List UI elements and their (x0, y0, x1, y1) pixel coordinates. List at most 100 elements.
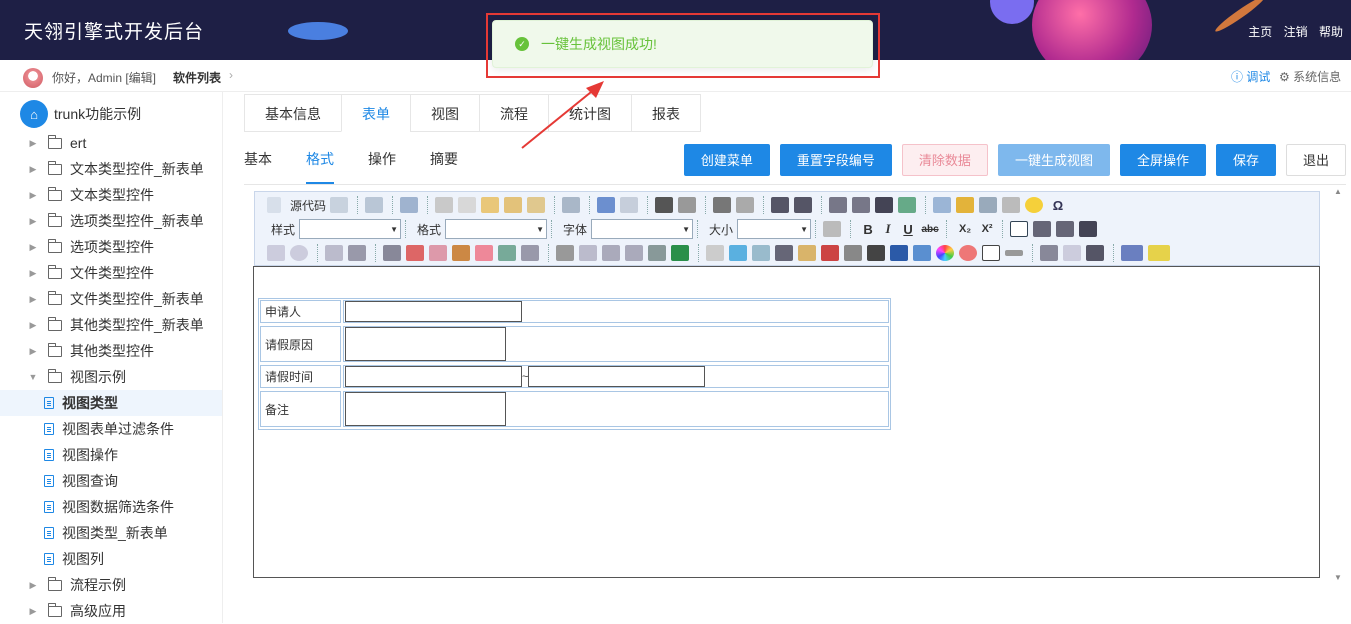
tree-item[interactable]: 视图操作 (0, 442, 222, 468)
tab-chart[interactable]: 统计图 (548, 94, 631, 132)
tree-item[interactable]: ▶ 文件类型控件 (0, 260, 222, 286)
map-icon[interactable] (821, 245, 839, 261)
smiley-icon[interactable] (1025, 197, 1044, 213)
reason-textarea[interactable] (345, 327, 506, 361)
spellcheck-icon[interactable] (562, 197, 581, 213)
tree-item[interactable]: ▶ 高级应用 (0, 598, 222, 624)
unlink-icon[interactable] (1063, 245, 1081, 261)
caret-right-icon[interactable]: ▶ (27, 164, 39, 175)
gallery-icon[interactable] (798, 245, 816, 261)
page-number-icon[interactable] (982, 245, 1000, 261)
tree-item[interactable]: ▶ 文件类型控件_新表单 (0, 286, 222, 312)
special-char-icon[interactable]: Ω (1048, 198, 1068, 213)
document-icon[interactable] (400, 197, 419, 213)
tree-root[interactable]: ⌂ trunk功能示例 (20, 100, 141, 128)
tree-item[interactable]: ▶ 文本类型控件 (0, 182, 222, 208)
textarea-control-icon[interactable] (348, 245, 366, 261)
tree-item[interactable]: 视图数据筛选条件 (0, 494, 222, 520)
tab-basic-info[interactable]: 基本信息 (244, 94, 341, 132)
save-button[interactable]: 保存 (1215, 144, 1276, 176)
paste-word-icon[interactable] (527, 197, 546, 213)
source-label[interactable]: 源代码 (290, 197, 326, 214)
user-greeting[interactable]: 你好，Admin [编辑] (52, 69, 156, 86)
tree-item[interactable]: 视图类型 (0, 390, 222, 416)
create-menu-button[interactable]: 创建菜单 (683, 144, 770, 176)
tree-item[interactable]: ▶ 选项类型控件_新表单 (0, 208, 222, 234)
format-select[interactable]: ▼ (445, 219, 548, 239)
tree-item[interactable]: ▶ 其他类型控件_新表单 (0, 312, 222, 338)
checkbox-control-icon[interactable] (267, 245, 285, 261)
nav-logout-link[interactable]: 注销 (1284, 25, 1308, 39)
nav-home-link[interactable]: 主页 (1248, 25, 1272, 39)
align-right-icon[interactable] (1056, 221, 1075, 237)
remark-textarea[interactable] (345, 392, 506, 426)
tree-item[interactable]: ▶ 其他类型控件 (0, 338, 222, 364)
pen-icon[interactable] (706, 245, 724, 261)
subtab-summary[interactable]: 摘要 (430, 144, 458, 184)
embed-control-icon[interactable] (625, 245, 643, 261)
align-left-icon[interactable] (1010, 221, 1029, 237)
debug-link[interactable]: ⓘ 调试 (1231, 68, 1270, 85)
strike-button[interactable]: abc (918, 224, 942, 235)
subtab-operation[interactable]: 操作 (368, 144, 396, 184)
subscript-button[interactable]: X₂ (954, 223, 976, 235)
tree-item[interactable]: 视图查询 (0, 468, 222, 494)
caret-right-icon[interactable]: ▶ (27, 606, 39, 617)
size-select[interactable]: ▼ (737, 219, 812, 239)
select-all-icon[interactable] (713, 197, 732, 213)
fullscreen-button[interactable]: 全屏操作 (1119, 144, 1206, 176)
applicant-input[interactable] (345, 301, 522, 322)
tab-flow[interactable]: 流程 (479, 94, 548, 132)
align-justify-icon[interactable] (1079, 221, 1098, 237)
scroll-down-icon[interactable]: ▼ (1334, 573, 1342, 582)
tree-item[interactable]: 视图表单过滤条件 (0, 416, 222, 442)
color-wheel-icon[interactable] (936, 245, 954, 261)
caret-right-icon[interactable]: ▶ (27, 242, 39, 253)
find-icon[interactable] (655, 197, 674, 213)
copy-icon[interactable] (458, 197, 477, 213)
alarm-icon[interactable] (959, 245, 977, 261)
fit-control-icon[interactable] (498, 245, 516, 261)
tree-item[interactable]: ▶ 文本类型控件_新表单 (0, 156, 222, 182)
flash-icon[interactable] (956, 197, 975, 213)
tab-form[interactable]: 表单 (341, 94, 410, 132)
tab-report[interactable]: 报表 (631, 94, 701, 132)
outdent-icon[interactable] (829, 197, 848, 213)
clear-data-button[interactable]: 清除数据 (901, 144, 988, 176)
end-time-input[interactable] (528, 366, 706, 387)
link-icon[interactable] (1040, 245, 1058, 261)
attach-control-icon[interactable] (579, 245, 597, 261)
divider-icon[interactable] (1005, 250, 1023, 256)
caret-right-icon[interactable]: ▶ (27, 216, 39, 227)
font-select[interactable]: ▼ (591, 219, 694, 239)
tree-item[interactable]: ▼ 视图示例 (0, 364, 222, 390)
underline-button[interactable]: U (898, 222, 918, 237)
bullet-list-icon[interactable] (794, 197, 813, 213)
preview-icon[interactable] (365, 197, 384, 213)
word-icon[interactable] (890, 245, 908, 261)
tab-view[interactable]: 视图 (410, 94, 479, 132)
image-icon[interactable] (933, 197, 952, 213)
generate-view-button[interactable]: 一键生成视图 (997, 144, 1110, 176)
italic-button[interactable]: I (878, 221, 898, 237)
department-control-icon[interactable] (452, 245, 470, 261)
cut-icon[interactable] (435, 197, 454, 213)
horizontal-rule-icon[interactable] (1002, 197, 1021, 213)
scroll-up-icon[interactable]: ▲ (1334, 187, 1342, 196)
caret-right-icon[interactable]: ▶ (27, 580, 39, 591)
caret-down-icon[interactable]: ▼ (27, 372, 39, 382)
maximize-icon[interactable] (823, 221, 842, 237)
tree-item[interactable]: 视图类型_新表单 (0, 520, 222, 546)
align-center-icon[interactable] (1033, 221, 1052, 237)
view-control-icon[interactable] (602, 245, 620, 261)
tree-item[interactable]: ▶ ert (0, 130, 222, 156)
microphone-icon[interactable] (844, 245, 862, 261)
caret-right-icon[interactable]: ▶ (27, 320, 39, 331)
exit-button[interactable]: 退出 (1285, 144, 1346, 176)
tree-item[interactable]: 视图列 (0, 546, 222, 572)
superscript-button[interactable]: X² (976, 223, 998, 235)
nav-help-link[interactable]: 帮助 (1319, 25, 1343, 39)
redo-icon[interactable] (620, 197, 639, 213)
tab-control-icon[interactable] (648, 245, 666, 261)
list-control-icon[interactable] (671, 245, 689, 261)
